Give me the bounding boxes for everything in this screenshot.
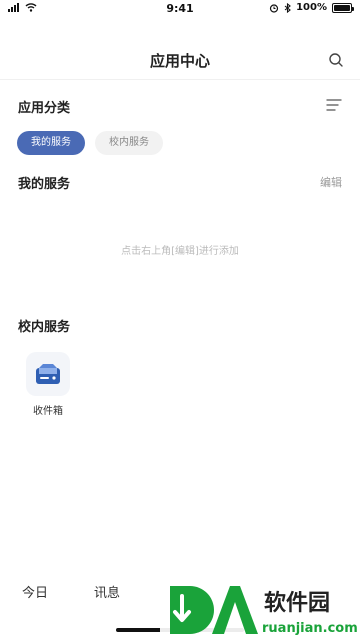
edit-button[interactable]: 编辑 <box>320 174 342 190</box>
watermark-brand: 软件园 <box>264 590 330 616</box>
empty-hint: 点击右上角[编辑]进行添加 <box>121 246 239 257</box>
bluetooth-icon <box>284 2 291 13</box>
app-tile-inbox[interactable]: 收件箱 <box>22 352 74 417</box>
search-icon[interactable] <box>328 52 344 68</box>
category-title: 应用分类 <box>18 101 71 116</box>
page-title: 应用中心 <box>149 52 210 70</box>
status-bar: 9:41 100% <box>0 0 360 18</box>
status-right: 100% <box>269 2 354 13</box>
alarm-icon <box>269 3 279 13</box>
battery-icon <box>332 2 354 13</box>
battery-percent: 100% <box>296 2 327 13</box>
tab-campus-services[interactable]: 校内服务 <box>95 131 163 155</box>
category-tabs: 我的服务 校内服务 <box>17 131 163 155</box>
watermark-logo: 软件园 ruanjian.com <box>160 576 360 640</box>
header: 应用中心 <box>0 40 360 80</box>
tabbar-item-today[interactable]: 今日 <box>22 582 48 601</box>
inbox-icon <box>26 352 70 396</box>
my-services-title: 我的服务 <box>18 177 71 192</box>
app-center-screen: 9:41 100% 应用中心 应用分类 我的服务 校内服务 我的服务 编辑 点击… <box>0 0 360 640</box>
watermark-domain: ruanjian.com <box>262 621 358 636</box>
tabbar-item-messages[interactable]: 讯息 <box>94 582 120 601</box>
menu-icon[interactable] <box>326 98 342 112</box>
app-label: 收件箱 <box>33 406 63 417</box>
tab-my-services[interactable]: 我的服务 <box>17 131 85 155</box>
campus-services-title: 校内服务 <box>18 320 71 335</box>
